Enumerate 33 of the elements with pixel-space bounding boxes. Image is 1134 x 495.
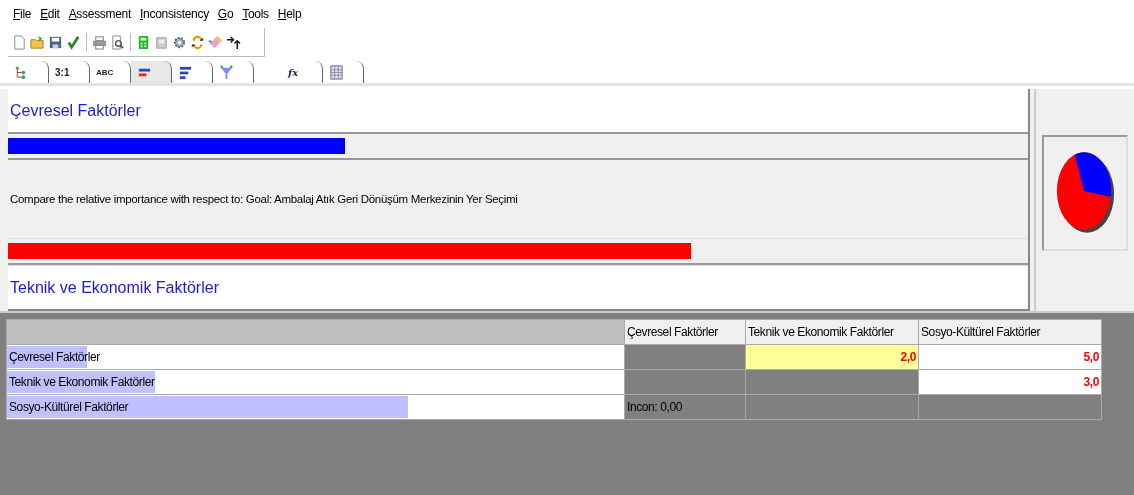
tab[interactable] [131,61,172,83]
table-icon [329,64,344,80]
refresh-icon[interactable] [190,34,205,50]
row-label: Sosyo-Kültürel Faktörler [8,400,129,414]
prompt-text: Compare the relative importance with respect to: Goal: Ambalaj Atık Geri Dönüşüm Merkezinin Yer Seçimi [8,160,1028,239]
criterion-title: Teknik ve Ekonomik Faktörler [8,265,1028,311]
column-header: Teknik ve Ekonomik Faktörler [745,319,919,345]
printer-icon[interactable] [92,34,107,50]
calculator-icon[interactable] [136,34,151,50]
value-cell[interactable]: 2,0 [745,344,919,370]
menu-item[interactable]: Tools [241,7,270,21]
funnel-icon [219,64,234,80]
magnifier-icon[interactable] [110,34,125,50]
menu-item[interactable]: Assessment [67,7,132,21]
criterion-title: Çevresel Faktörler [8,89,1028,134]
value-cell[interactable]: 5,0 [918,344,1102,370]
menu-item[interactable]: File [12,7,33,21]
menu-item[interactable]: Help [276,7,303,21]
menu-item[interactable]: Go [216,7,235,21]
folder-icon[interactable] [30,34,45,50]
menu-item[interactable]: Inconsistency [139,7,210,21]
bars-icon [178,64,193,80]
arrow-icon[interactable] [226,34,241,50]
checkmark-icon[interactable] [66,34,81,50]
menu-item[interactable]: Edit [39,7,61,21]
row-label: Teknik ve Ekonomik Faktörler [8,375,155,389]
value-cell[interactable]: 3,0 [918,369,1102,395]
column-header: Sosyo-Kültürel Faktörler [918,319,1102,345]
column-header: Çevresel Faktörler [624,319,746,345]
inconsistency-cell: Incon: 0,00 [624,394,746,420]
floppy-icon[interactable] [48,34,63,50]
row-label: Çevresel Faktörler [8,350,100,364]
gear-icon[interactable] [172,34,187,50]
